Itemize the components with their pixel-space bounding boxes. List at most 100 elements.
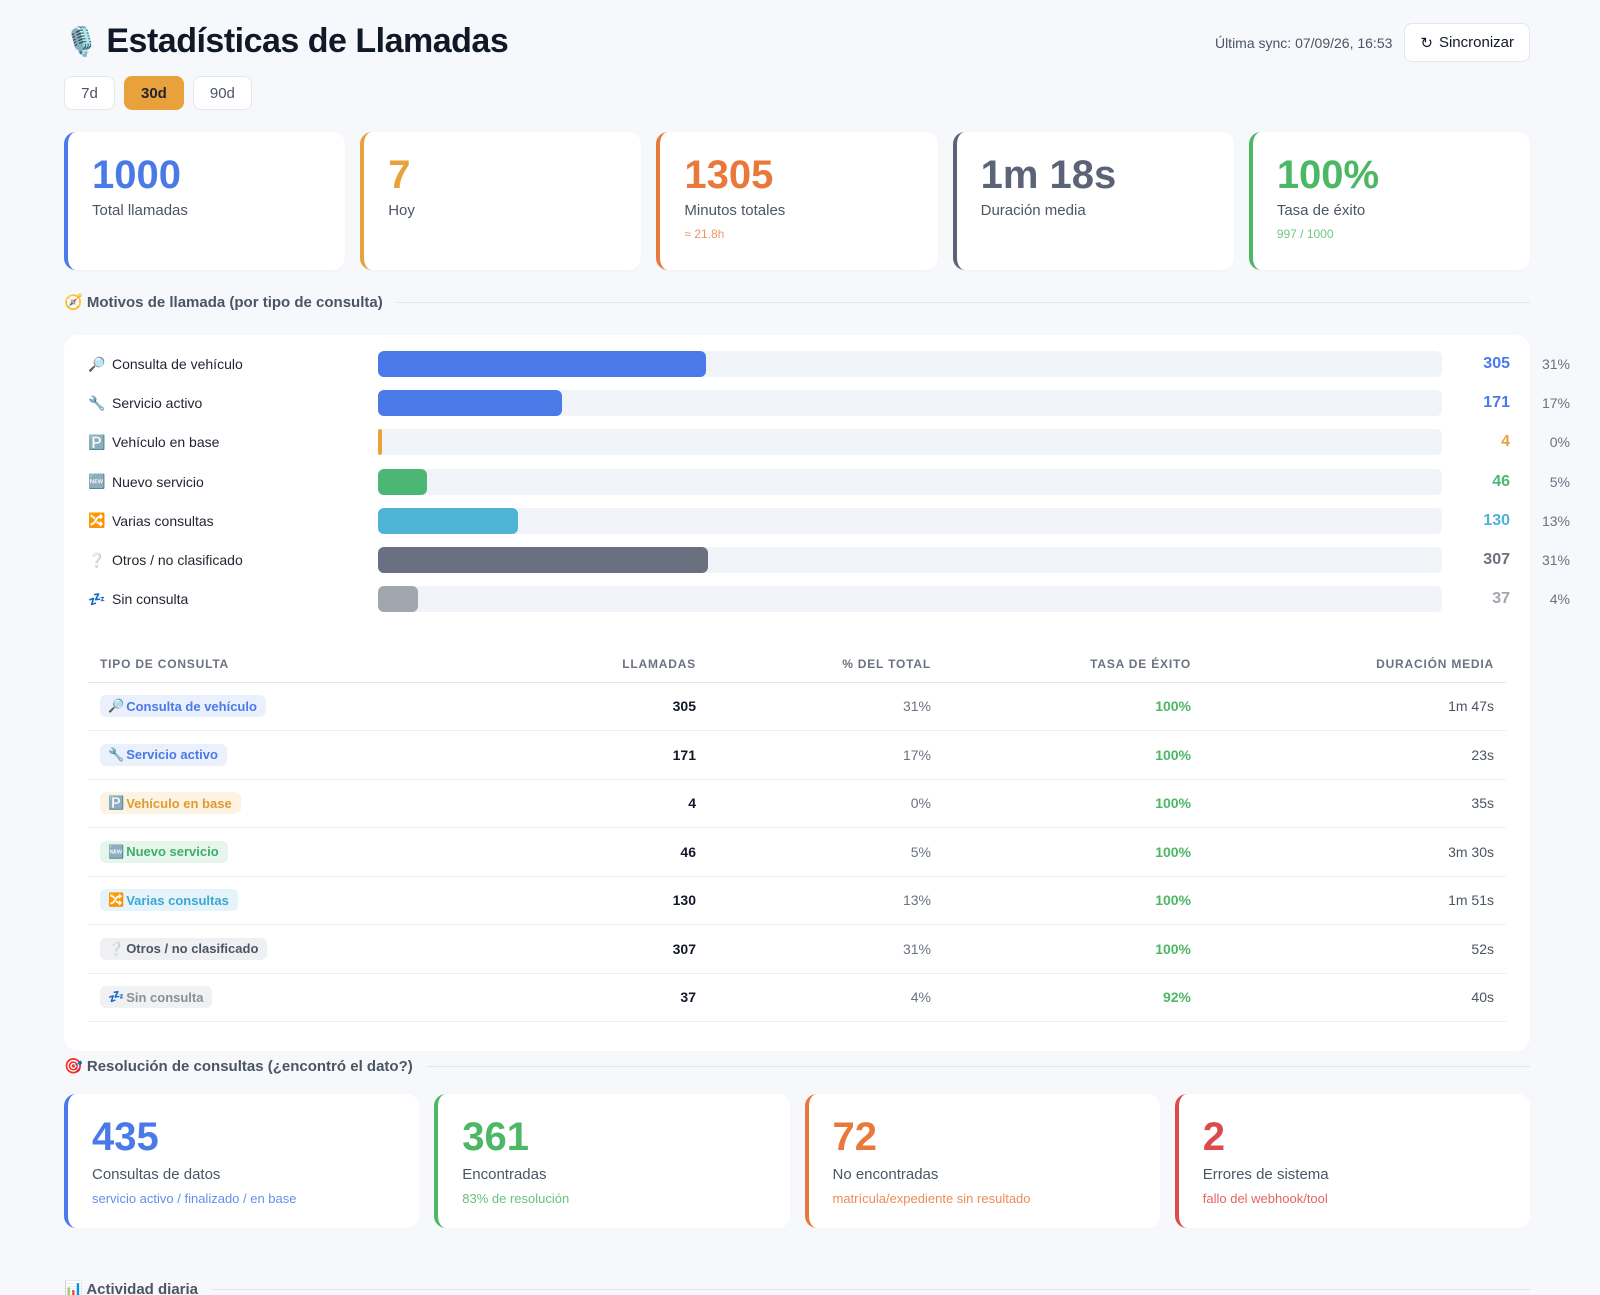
motivos-heading-text: Motivos de llamada (por tipo de consulta…	[86, 294, 383, 311]
cell-llamadas: 37	[448, 973, 708, 1022]
motivo-bar-fill	[378, 586, 418, 613]
resolution-value: 361	[462, 1115, 529, 1159]
cell-exito: 100%	[943, 730, 1203, 780]
motivo-label: Varias consultas	[112, 512, 214, 529]
sync-area: Última sync: 07/09/26, 16:53 ↻ Sincroniz…	[1215, 23, 1530, 62]
divider	[396, 301, 1530, 303]
cell-exito: 92%	[943, 973, 1203, 1022]
table-row: 🔧 Servicio activo 171 17% 100% 23s	[88, 730, 1506, 780]
motivo-bar-fill	[378, 390, 562, 417]
cell-llamadas: 171	[448, 730, 708, 780]
sync-button-label: Sincronizar	[1438, 34, 1514, 51]
resolution-value: 435	[92, 1115, 159, 1159]
table-row: 💤 Sin consulta 37 4% 92% 40s	[88, 973, 1506, 1022]
motivo-label: Nuevo servicio	[112, 473, 204, 490]
motivo-bar-row: 🔀 Varias consultas 130 13%	[88, 507, 1570, 534]
cell-duracion: 52s	[1203, 924, 1506, 974]
cell-duracion: 1m 47s	[1203, 682, 1506, 731]
cell-pct: 0%	[708, 779, 943, 828]
motivo-count: 171	[1483, 394, 1510, 412]
cell-exito: 100%	[943, 779, 1203, 828]
resolution-value: 2	[1202, 1115, 1225, 1159]
motivo-pct: 31%	[1541, 356, 1570, 372]
kpi-card: 1m 18s Duración media	[952, 132, 1234, 270]
tab-7d[interactable]: 7d	[64, 76, 115, 110]
kpi-sub: ≈ 21.8h	[684, 227, 725, 241]
motivo-icon: 🔎	[88, 355, 106, 372]
resolution-label: Consultas de datos	[92, 1166, 221, 1183]
tipo-chip: 🆕 Nuevo servicio	[100, 840, 228, 863]
resolution-label: Errores de sistema	[1202, 1166, 1329, 1183]
cell-tipo: 💤 Sin consulta	[88, 973, 448, 1022]
cell-llamadas: 4	[448, 779, 708, 828]
kpi-value: 1305	[684, 153, 774, 197]
motivo-bar-row: 🔎 Consulta de vehículo 305 31%	[88, 351, 1570, 377]
motivo-count: 4	[1501, 433, 1510, 451]
cell-exito: 100%	[943, 682, 1203, 731]
tipo-chip: 💤 Sin consulta	[100, 986, 213, 1009]
motivos-heading: 🧭 Motivos de llamada (por tipo de consul…	[64, 293, 1530, 311]
cell-llamadas: 305	[448, 682, 708, 731]
cell-llamadas: 130	[448, 876, 708, 925]
motivos-panel: 🔎 Consulta de vehículo 305 31% 🔧 Servicio act…	[64, 335, 1570, 1051]
motivo-icon: 🔧	[88, 394, 106, 411]
tipo-label: Nuevo servicio	[126, 844, 219, 860]
sync-button[interactable]: ↻ Sincronizar	[1404, 23, 1530, 62]
kpi-label: Duración media	[980, 202, 1086, 219]
motivo-bar-fill	[378, 507, 518, 534]
cell-pct: 5%	[708, 827, 943, 877]
col-duracion: Duración media	[1203, 646, 1506, 683]
cell-exito: 100%	[943, 924, 1203, 974]
tab-90d[interactable]: 90d	[192, 76, 252, 110]
tipo-icon: 🔀	[108, 892, 125, 908]
motivo-count: 130	[1483, 511, 1510, 529]
col-pct: % del total	[708, 646, 943, 683]
cell-duracion: 3m 30s	[1203, 827, 1506, 877]
page-title-text: Estadísticas de Llamadas	[106, 22, 509, 60]
col-tipo: Tipo de consulta	[88, 646, 448, 683]
tipo-chip: ❔ Otros / no clasificado	[100, 937, 268, 960]
motivo-count: 307	[1483, 551, 1510, 568]
cell-tipo: ❔ Otros / no clasificado	[88, 924, 448, 974]
motivo-bar-row: ❔ Otros / no clasificado 307 31%	[88, 547, 1570, 573]
motivo-bar-fill	[378, 351, 706, 377]
tipo-chip: 🅿️ Vehículo en base	[100, 792, 241, 815]
kpi-card: 1000 Total llamadas	[64, 132, 346, 270]
kpi-card: 7 Hoy	[360, 132, 642, 270]
kpi-label: Hoy	[388, 202, 415, 219]
divider	[212, 1288, 1530, 1290]
tipo-icon: 🅿️	[108, 795, 125, 811]
motivo-icon: 🆕	[88, 473, 106, 490]
compass-icon: 🧭	[64, 294, 83, 311]
motivo-label: Sin consulta	[112, 591, 189, 608]
resolution-sub: servicio activo / finalizado / en base	[92, 1191, 297, 1206]
tab-30d[interactable]: 30d	[124, 76, 184, 110]
col-exito: Tasa de éxito	[943, 646, 1203, 683]
motivo-pct: 0%	[1549, 434, 1570, 451]
motivo-pct: 4%	[1549, 591, 1570, 608]
table-row: 🔀 Varias consultas 130 13% 100% 1m 51s	[88, 876, 1506, 925]
motivo-count: 46	[1492, 472, 1510, 490]
tipo-label: Vehículo en base	[126, 795, 232, 811]
table-row: 🆕 Nuevo servicio 46 5% 100% 3m 30s	[88, 827, 1506, 877]
tipo-label: Sin consulta	[126, 989, 204, 1005]
tipo-chip: 🔧 Servicio activo	[100, 743, 227, 766]
resolution-sub: 83% de resolución	[462, 1191, 570, 1206]
table-row: 🔎 Consulta de vehículo 305 31% 100% 1m 47s	[88, 682, 1506, 731]
motivo-bar-track	[378, 390, 1442, 417]
cell-pct: 31%	[708, 924, 943, 974]
table-header-row: Tipo de consulta Llamadas % del total Ta…	[88, 646, 1506, 683]
cell-tipo: 🔎 Consulta de vehículo	[88, 682, 448, 731]
cell-pct: 31%	[708, 682, 943, 731]
motivo-bar-fill	[378, 547, 708, 573]
tipo-icon: 💤	[108, 989, 125, 1005]
motivos-table: Tipo de consulta Llamadas % del total Ta…	[88, 646, 1506, 1022]
resolution-card: 72 No encontradas matrícula/expediente sin…	[804, 1094, 1160, 1228]
motivo-bar-track	[378, 351, 1442, 377]
bar-chart-icon: 📊	[64, 1281, 83, 1295]
kpi-card: 100% Tasa de éxito 997 / 1000	[1248, 132, 1531, 270]
resolution-sub: matrícula/expediente sin resultado	[832, 1191, 1031, 1206]
motivo-bar-track	[378, 547, 1442, 573]
microphone-icon: 🎙️	[64, 26, 99, 57]
target-icon: 🎯	[64, 1058, 83, 1075]
